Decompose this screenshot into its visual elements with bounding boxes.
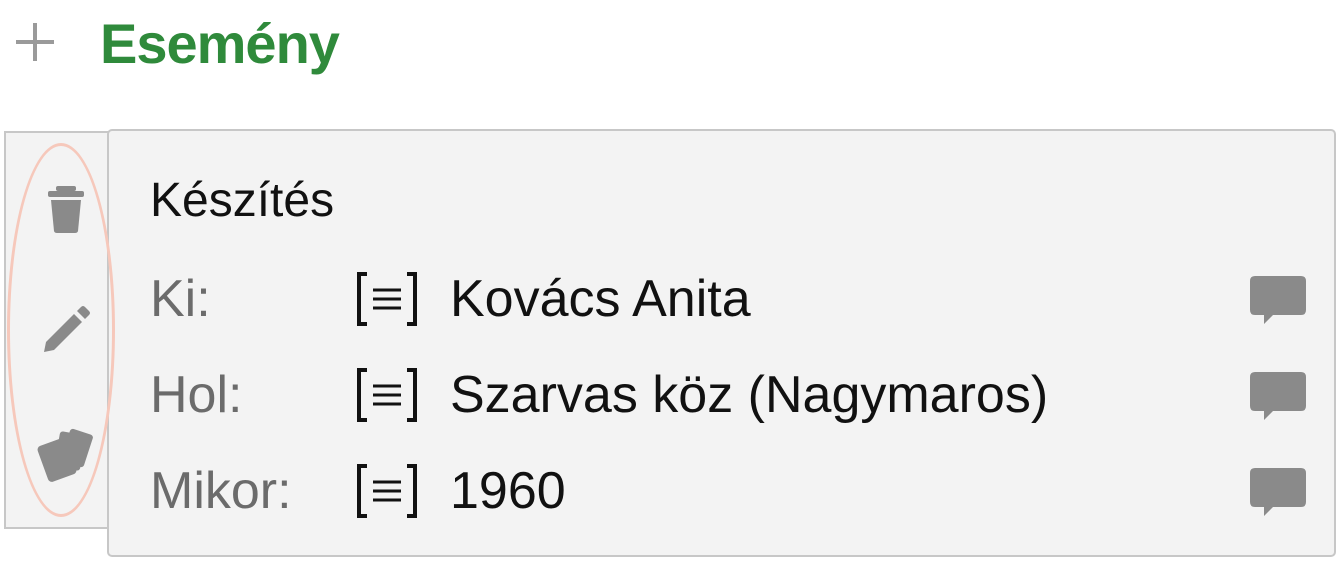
event-row-when: Mikor: 1960 (150, 456, 1306, 526)
event-type-title: Készítés (150, 174, 335, 227)
row-label: Mikor: (150, 462, 292, 520)
document-icon[interactable] (355, 462, 419, 520)
event-section-title: Esemény (100, 12, 340, 75)
event-card: Készítés Ki: Kovács Anita Hol: Szarvas k… (107, 129, 1336, 557)
document-icon[interactable] (355, 366, 419, 424)
document-icon[interactable] (355, 270, 419, 328)
comment-icon[interactable] (1246, 368, 1310, 426)
row-label: Hol: (150, 366, 243, 424)
event-row-who: Ki: Kovács Anita (150, 264, 1306, 334)
side-action-panel (4, 131, 114, 529)
row-value: Szarvas köz (Nagymaros) (450, 366, 1049, 424)
plus-icon[interactable] (16, 23, 54, 61)
pencil-icon[interactable] (34, 298, 98, 362)
cards-icon[interactable] (34, 423, 98, 487)
event-row-where: Hol: Szarvas köz (Nagymaros) (150, 360, 1306, 430)
row-label: Ki: (150, 270, 211, 328)
comment-icon[interactable] (1246, 272, 1310, 330)
row-value: 1960 (450, 462, 566, 520)
trash-icon[interactable] (34, 173, 98, 237)
row-value: Kovács Anita (450, 270, 751, 328)
comment-icon[interactable] (1246, 464, 1310, 522)
event-header: Esemény (0, 0, 600, 90)
